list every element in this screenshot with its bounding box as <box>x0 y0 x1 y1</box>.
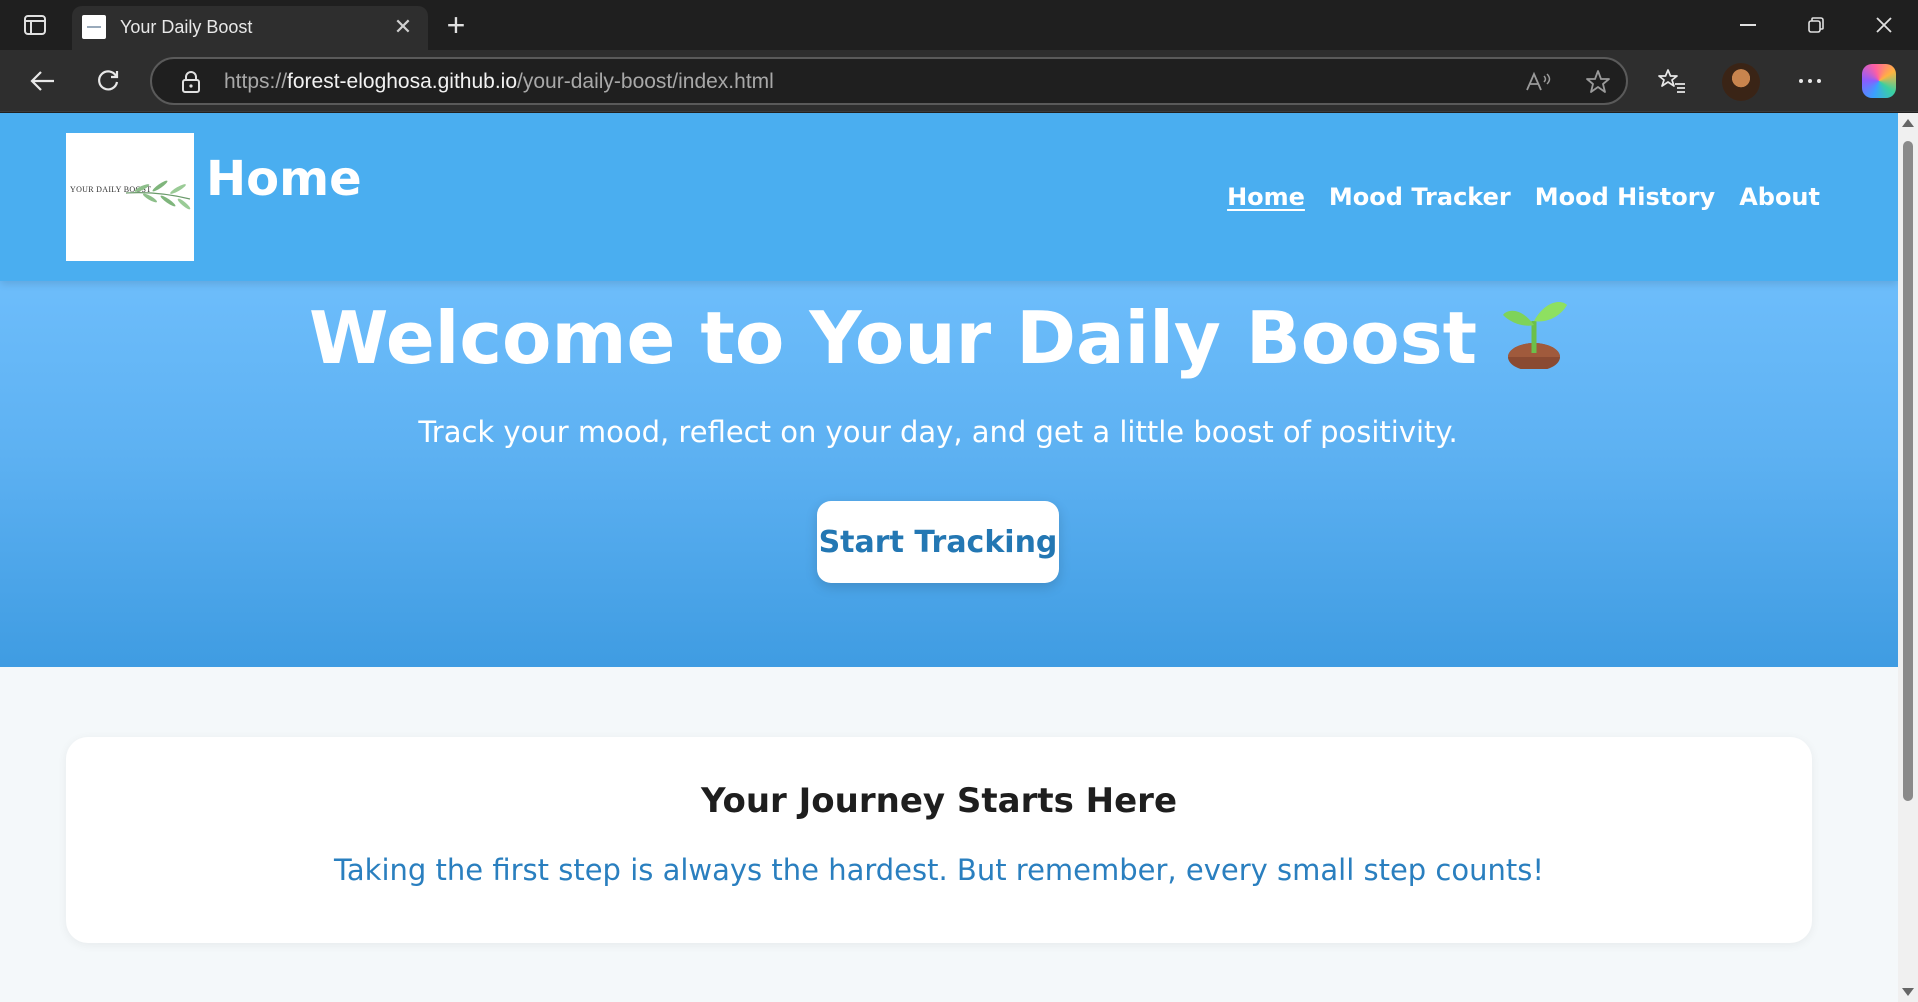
url-host: forest-eloghosa.github.io <box>287 70 518 93</box>
page-viewport: YOUR DAILY BOOST Home Home Mood Tracker … <box>0 113 1898 1002</box>
journey-card: Your Journey Starts Here Taking the firs… <box>66 737 1812 943</box>
restore-icon[interactable] <box>1788 8 1844 42</box>
site-header: YOUR DAILY BOOST Home Home Mood Tracker … <box>0 113 1898 281</box>
minimize-icon[interactable] <box>1720 8 1776 42</box>
browser-tab[interactable]: Your Daily Boost ✕ <box>72 6 428 50</box>
back-icon[interactable] <box>24 63 60 99</box>
url-text[interactable]: https://forest-eloghosa.github.io/your-d… <box>224 70 774 94</box>
hero-title-text: Welcome to Your Daily Boost <box>309 296 1477 380</box>
sprout-icon <box>1503 302 1567 369</box>
nav-home[interactable]: Home <box>1227 183 1305 211</box>
tab-actions-icon[interactable] <box>20 12 50 38</box>
favorite-star-icon[interactable] <box>1584 69 1612 95</box>
site-logo[interactable]: YOUR DAILY BOOST <box>66 133 194 261</box>
browser-tab-bar: Your Daily Boost ✕ + <box>0 0 1918 50</box>
refresh-icon[interactable] <box>90 63 126 99</box>
nav-mood-history[interactable]: Mood History <box>1535 183 1715 211</box>
address-bar[interactable]: https://forest-eloghosa.github.io/your-d… <box>150 57 1628 105</box>
hero-title: Welcome to Your Daily Boost <box>0 295 1876 380</box>
card-text: Taking the first step is always the hard… <box>334 853 1544 887</box>
nav-mood-tracker[interactable]: Mood Tracker <box>1329 183 1511 211</box>
scroll-down-arrow-icon[interactable] <box>1902 988 1914 996</box>
vertical-scrollbar[interactable] <box>1898 113 1918 1002</box>
read-aloud-icon[interactable] <box>1524 69 1552 95</box>
site-title: Home <box>206 151 362 207</box>
profile-avatar[interactable] <box>1722 63 1760 101</box>
card-title: Your Journey Starts Here <box>700 781 1178 821</box>
start-tracking-button[interactable]: Start Tracking <box>817 501 1059 583</box>
url-path: /your-daily-boost/index.html <box>517 70 774 93</box>
close-window-icon[interactable] <box>1856 8 1912 42</box>
hero-subtitle: Track your mood, reflect on your day, an… <box>418 415 1458 449</box>
leaf-branch-icon <box>125 180 191 210</box>
lock-icon[interactable] <box>180 70 204 94</box>
scroll-up-arrow-icon[interactable] <box>1902 119 1914 127</box>
tab-title: Your Daily Boost <box>120 17 253 37</box>
favicon-icon <box>82 15 106 39</box>
favorites-icon[interactable] <box>1654 63 1690 99</box>
hero-section: Welcome to Your Daily Boost Track your m… <box>0 281 1898 667</box>
main-nav: Home Mood Tracker Mood History About <box>1227 183 1820 211</box>
new-tab-icon[interactable]: + <box>440 9 472 42</box>
close-tab-icon[interactable]: ✕ <box>390 14 416 40</box>
scroll-thumb[interactable] <box>1903 141 1913 801</box>
more-options-icon[interactable] <box>1792 63 1828 99</box>
url-scheme: https:// <box>224 70 288 93</box>
copilot-icon[interactable] <box>1862 64 1896 98</box>
nav-about[interactable]: About <box>1739 183 1820 211</box>
browser-toolbar: https://forest-eloghosa.github.io/your-d… <box>0 50 1918 112</box>
